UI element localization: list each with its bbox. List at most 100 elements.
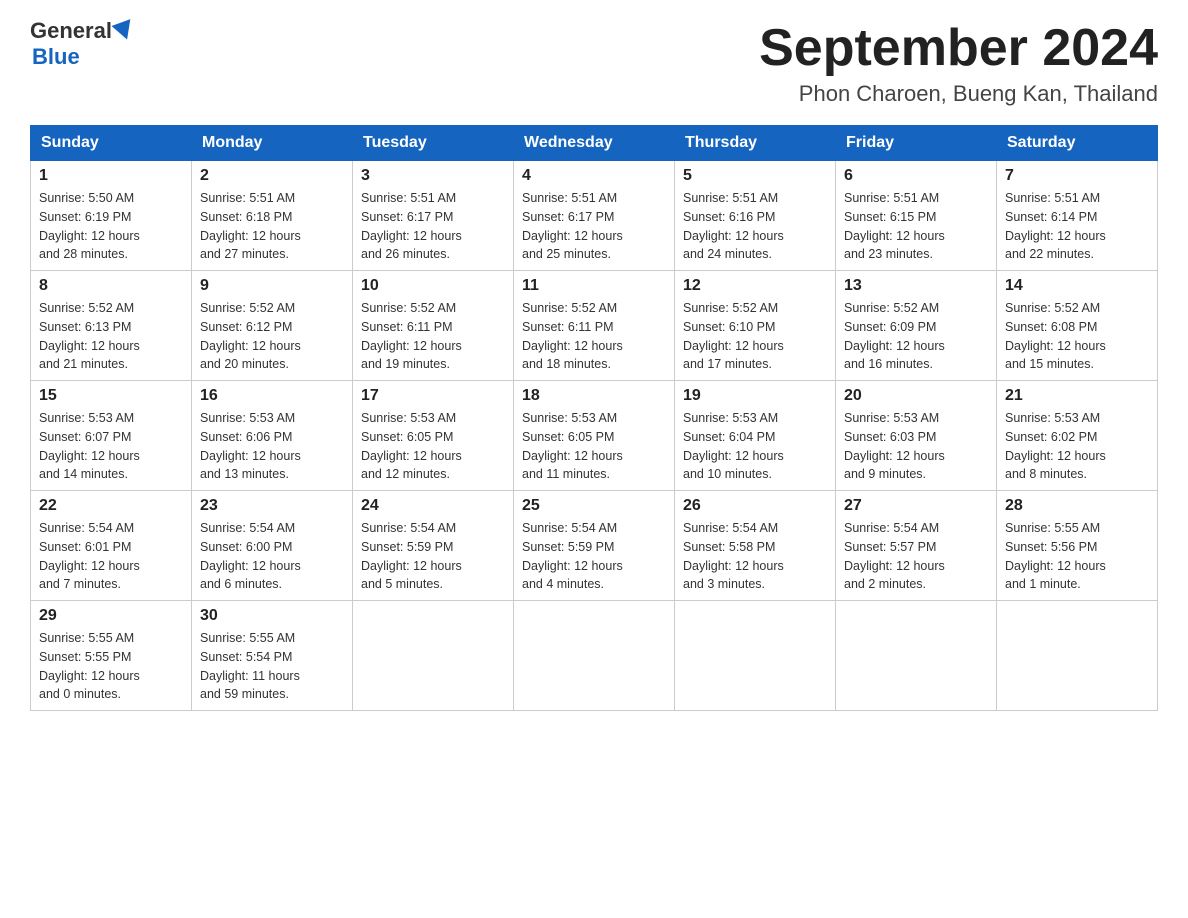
calendar-cell: 1 Sunrise: 5:50 AMSunset: 6:19 PMDaylight…: [31, 161, 192, 271]
weekday-header-thursday: Thursday: [675, 126, 836, 161]
day-number: 2: [200, 167, 344, 185]
day-info: Sunrise: 5:53 AMSunset: 6:05 PMDaylight:…: [522, 409, 666, 484]
calendar-cell: [353, 601, 514, 711]
day-info: Sunrise: 5:54 AMSunset: 5:59 PMDaylight:…: [361, 519, 505, 594]
calendar-cell: 28Sunrise: 5:55 AMSunset: 5:56 PMDayligh…: [997, 491, 1158, 601]
calendar-cell: 10 Sunrise: 5:52 AMSunset: 6:11 PMDayligh…: [353, 271, 514, 381]
day-number: 30: [200, 607, 344, 625]
day-info: Sunrise: 5:51 AMSunset: 6:18 PMDaylight:…: [200, 189, 344, 264]
calendar-week-row: 22 Sunrise: 5:54 AMSunset: 6:01 PMDayligh…: [31, 491, 1158, 601]
day-info: Sunrise: 5:53 AMSunset: 6:07 PMDaylight:…: [39, 409, 183, 484]
day-info: Sunrise: 5:50 AMSunset: 6:19 PMDaylight:…: [39, 189, 183, 264]
calendar-cell: 15 Sunrise: 5:53 AMSunset: 6:07 PMDayligh…: [31, 381, 192, 491]
day-info: Sunrise: 5:55 AMSunset: 5:55 PMDaylight:…: [39, 629, 183, 704]
calendar-cell: [514, 601, 675, 711]
day-number: 18: [522, 387, 666, 405]
day-number: 3: [361, 167, 505, 185]
weekday-header-row: SundayMondayTuesdayWednesdayThursdayFrid…: [31, 126, 1158, 161]
calendar-cell: 14 Sunrise: 5:52 AMSunset: 6:08 PMDayligh…: [997, 271, 1158, 381]
day-number: 1: [39, 167, 183, 185]
day-info: Sunrise: 5:54 AMSunset: 6:01 PMDaylight:…: [39, 519, 183, 594]
day-number: 14: [1005, 277, 1149, 295]
day-info: Sunrise: 5:51 AMSunset: 6:14 PMDaylight:…: [1005, 189, 1149, 264]
location-title: Phon Charoen, Bueng Kan, Thailand: [759, 81, 1158, 107]
day-info: Sunrise: 5:54 AMSunset: 6:00 PMDaylight:…: [200, 519, 344, 594]
day-info: Sunrise: 5:51 AMSunset: 6:16 PMDaylight:…: [683, 189, 827, 264]
day-info: Sunrise: 5:53 AMSunset: 6:04 PMDaylight:…: [683, 409, 827, 484]
calendar-cell: 2 Sunrise: 5:51 AMSunset: 6:18 PMDaylight…: [192, 161, 353, 271]
day-number: 29: [39, 607, 183, 625]
day-number: 24: [361, 497, 505, 515]
calendar-cell: 27 Sunrise: 5:54 AMSunset: 5:57 PMDayligh…: [836, 491, 997, 601]
calendar-cell: [836, 601, 997, 711]
day-info: Sunrise: 5:53 AMSunset: 6:05 PMDaylight:…: [361, 409, 505, 484]
day-number: 6: [844, 167, 988, 185]
calendar-cell: [675, 601, 836, 711]
day-number: 10: [361, 277, 505, 295]
calendar-cell: 6 Sunrise: 5:51 AMSunset: 6:15 PMDaylight…: [836, 161, 997, 271]
day-number: 9: [200, 277, 344, 295]
day-number: 5: [683, 167, 827, 185]
weekday-header-wednesday: Wednesday: [514, 126, 675, 161]
day-number: 23: [200, 497, 344, 515]
day-number: 19: [683, 387, 827, 405]
logo-triangle-icon: [111, 19, 136, 43]
day-number: 4: [522, 167, 666, 185]
weekday-header-saturday: Saturday: [997, 126, 1158, 161]
day-info: Sunrise: 5:53 AMSunset: 6:06 PMDaylight:…: [200, 409, 344, 484]
day-number: 7: [1005, 167, 1149, 185]
day-number: 25: [522, 497, 666, 515]
calendar-cell: 5 Sunrise: 5:51 AMSunset: 6:16 PMDaylight…: [675, 161, 836, 271]
calendar-cell: 20 Sunrise: 5:53 AMSunset: 6:03 PMDayligh…: [836, 381, 997, 491]
day-info: Sunrise: 5:55 AMSunset: 5:54 PMDaylight:…: [200, 629, 344, 704]
calendar-cell: 30 Sunrise: 5:55 AMSunset: 5:54 PMDayligh…: [192, 601, 353, 711]
day-number: 27: [844, 497, 988, 515]
calendar-week-row: 1 Sunrise: 5:50 AMSunset: 6:19 PMDaylight…: [31, 161, 1158, 271]
day-info: Sunrise: 5:52 AMSunset: 6:11 PMDaylight:…: [361, 299, 505, 374]
day-info: Sunrise: 5:54 AMSunset: 5:59 PMDaylight:…: [522, 519, 666, 594]
day-info: Sunrise: 5:51 AMSunset: 6:17 PMDaylight:…: [522, 189, 666, 264]
calendar-cell: [997, 601, 1158, 711]
day-number: 20: [844, 387, 988, 405]
calendar-cell: 19 Sunrise: 5:53 AMSunset: 6:04 PMDayligh…: [675, 381, 836, 491]
day-number: 11: [522, 277, 666, 295]
day-number: 13: [844, 277, 988, 295]
weekday-header-monday: Monday: [192, 126, 353, 161]
day-info: Sunrise: 5:51 AMSunset: 6:17 PMDaylight:…: [361, 189, 505, 264]
day-info: Sunrise: 5:55 AMSunset: 5:56 PMDaylight:…: [1005, 519, 1149, 594]
day-info: Sunrise: 5:53 AMSunset: 6:02 PMDaylight:…: [1005, 409, 1149, 484]
calendar-week-row: 15 Sunrise: 5:53 AMSunset: 6:07 PMDayligh…: [31, 381, 1158, 491]
day-info: Sunrise: 5:54 AMSunset: 5:57 PMDaylight:…: [844, 519, 988, 594]
day-number: 26: [683, 497, 827, 515]
day-number: 15: [39, 387, 183, 405]
month-title: September 2024: [759, 20, 1158, 77]
title-area: September 2024 Phon Charoen, Bueng Kan, …: [759, 20, 1158, 107]
calendar-cell: 26 Sunrise: 5:54 AMSunset: 5:58 PMDayligh…: [675, 491, 836, 601]
day-info: Sunrise: 5:53 AMSunset: 6:03 PMDaylight:…: [844, 409, 988, 484]
calendar-week-row: 29 Sunrise: 5:55 AMSunset: 5:55 PMDayligh…: [31, 601, 1158, 711]
calendar-cell: 13 Sunrise: 5:52 AMSunset: 6:09 PMDayligh…: [836, 271, 997, 381]
weekday-header-sunday: Sunday: [31, 126, 192, 161]
calendar-cell: 8Sunrise: 5:52 AMSunset: 6:13 PMDaylight…: [31, 271, 192, 381]
day-number: 16: [200, 387, 344, 405]
calendar-cell: 23 Sunrise: 5:54 AMSunset: 6:00 PMDayligh…: [192, 491, 353, 601]
calendar-week-row: 8Sunrise: 5:52 AMSunset: 6:13 PMDaylight…: [31, 271, 1158, 381]
weekday-header-tuesday: Tuesday: [353, 126, 514, 161]
day-number: 17: [361, 387, 505, 405]
day-info: Sunrise: 5:54 AMSunset: 5:58 PMDaylight:…: [683, 519, 827, 594]
calendar-cell: 16 Sunrise: 5:53 AMSunset: 6:06 PMDayligh…: [192, 381, 353, 491]
day-number: 8: [39, 277, 183, 295]
day-info: Sunrise: 5:52 AMSunset: 6:11 PMDaylight:…: [522, 299, 666, 374]
day-number: 22: [39, 497, 183, 515]
logo-general-text: General: [30, 20, 112, 42]
calendar-cell: 3 Sunrise: 5:51 AMSunset: 6:17 PMDaylight…: [353, 161, 514, 271]
day-info: Sunrise: 5:51 AMSunset: 6:15 PMDaylight:…: [844, 189, 988, 264]
calendar-cell: 22 Sunrise: 5:54 AMSunset: 6:01 PMDayligh…: [31, 491, 192, 601]
day-info: Sunrise: 5:52 AMSunset: 6:08 PMDaylight:…: [1005, 299, 1149, 374]
day-number: 12: [683, 277, 827, 295]
calendar-cell: 9Sunrise: 5:52 AMSunset: 6:12 PMDaylight…: [192, 271, 353, 381]
weekday-header-friday: Friday: [836, 126, 997, 161]
page-header: General Blue September 2024 Phon Charoen…: [30, 20, 1158, 107]
day-info: Sunrise: 5:52 AMSunset: 6:09 PMDaylight:…: [844, 299, 988, 374]
day-info: Sunrise: 5:52 AMSunset: 6:10 PMDaylight:…: [683, 299, 827, 374]
